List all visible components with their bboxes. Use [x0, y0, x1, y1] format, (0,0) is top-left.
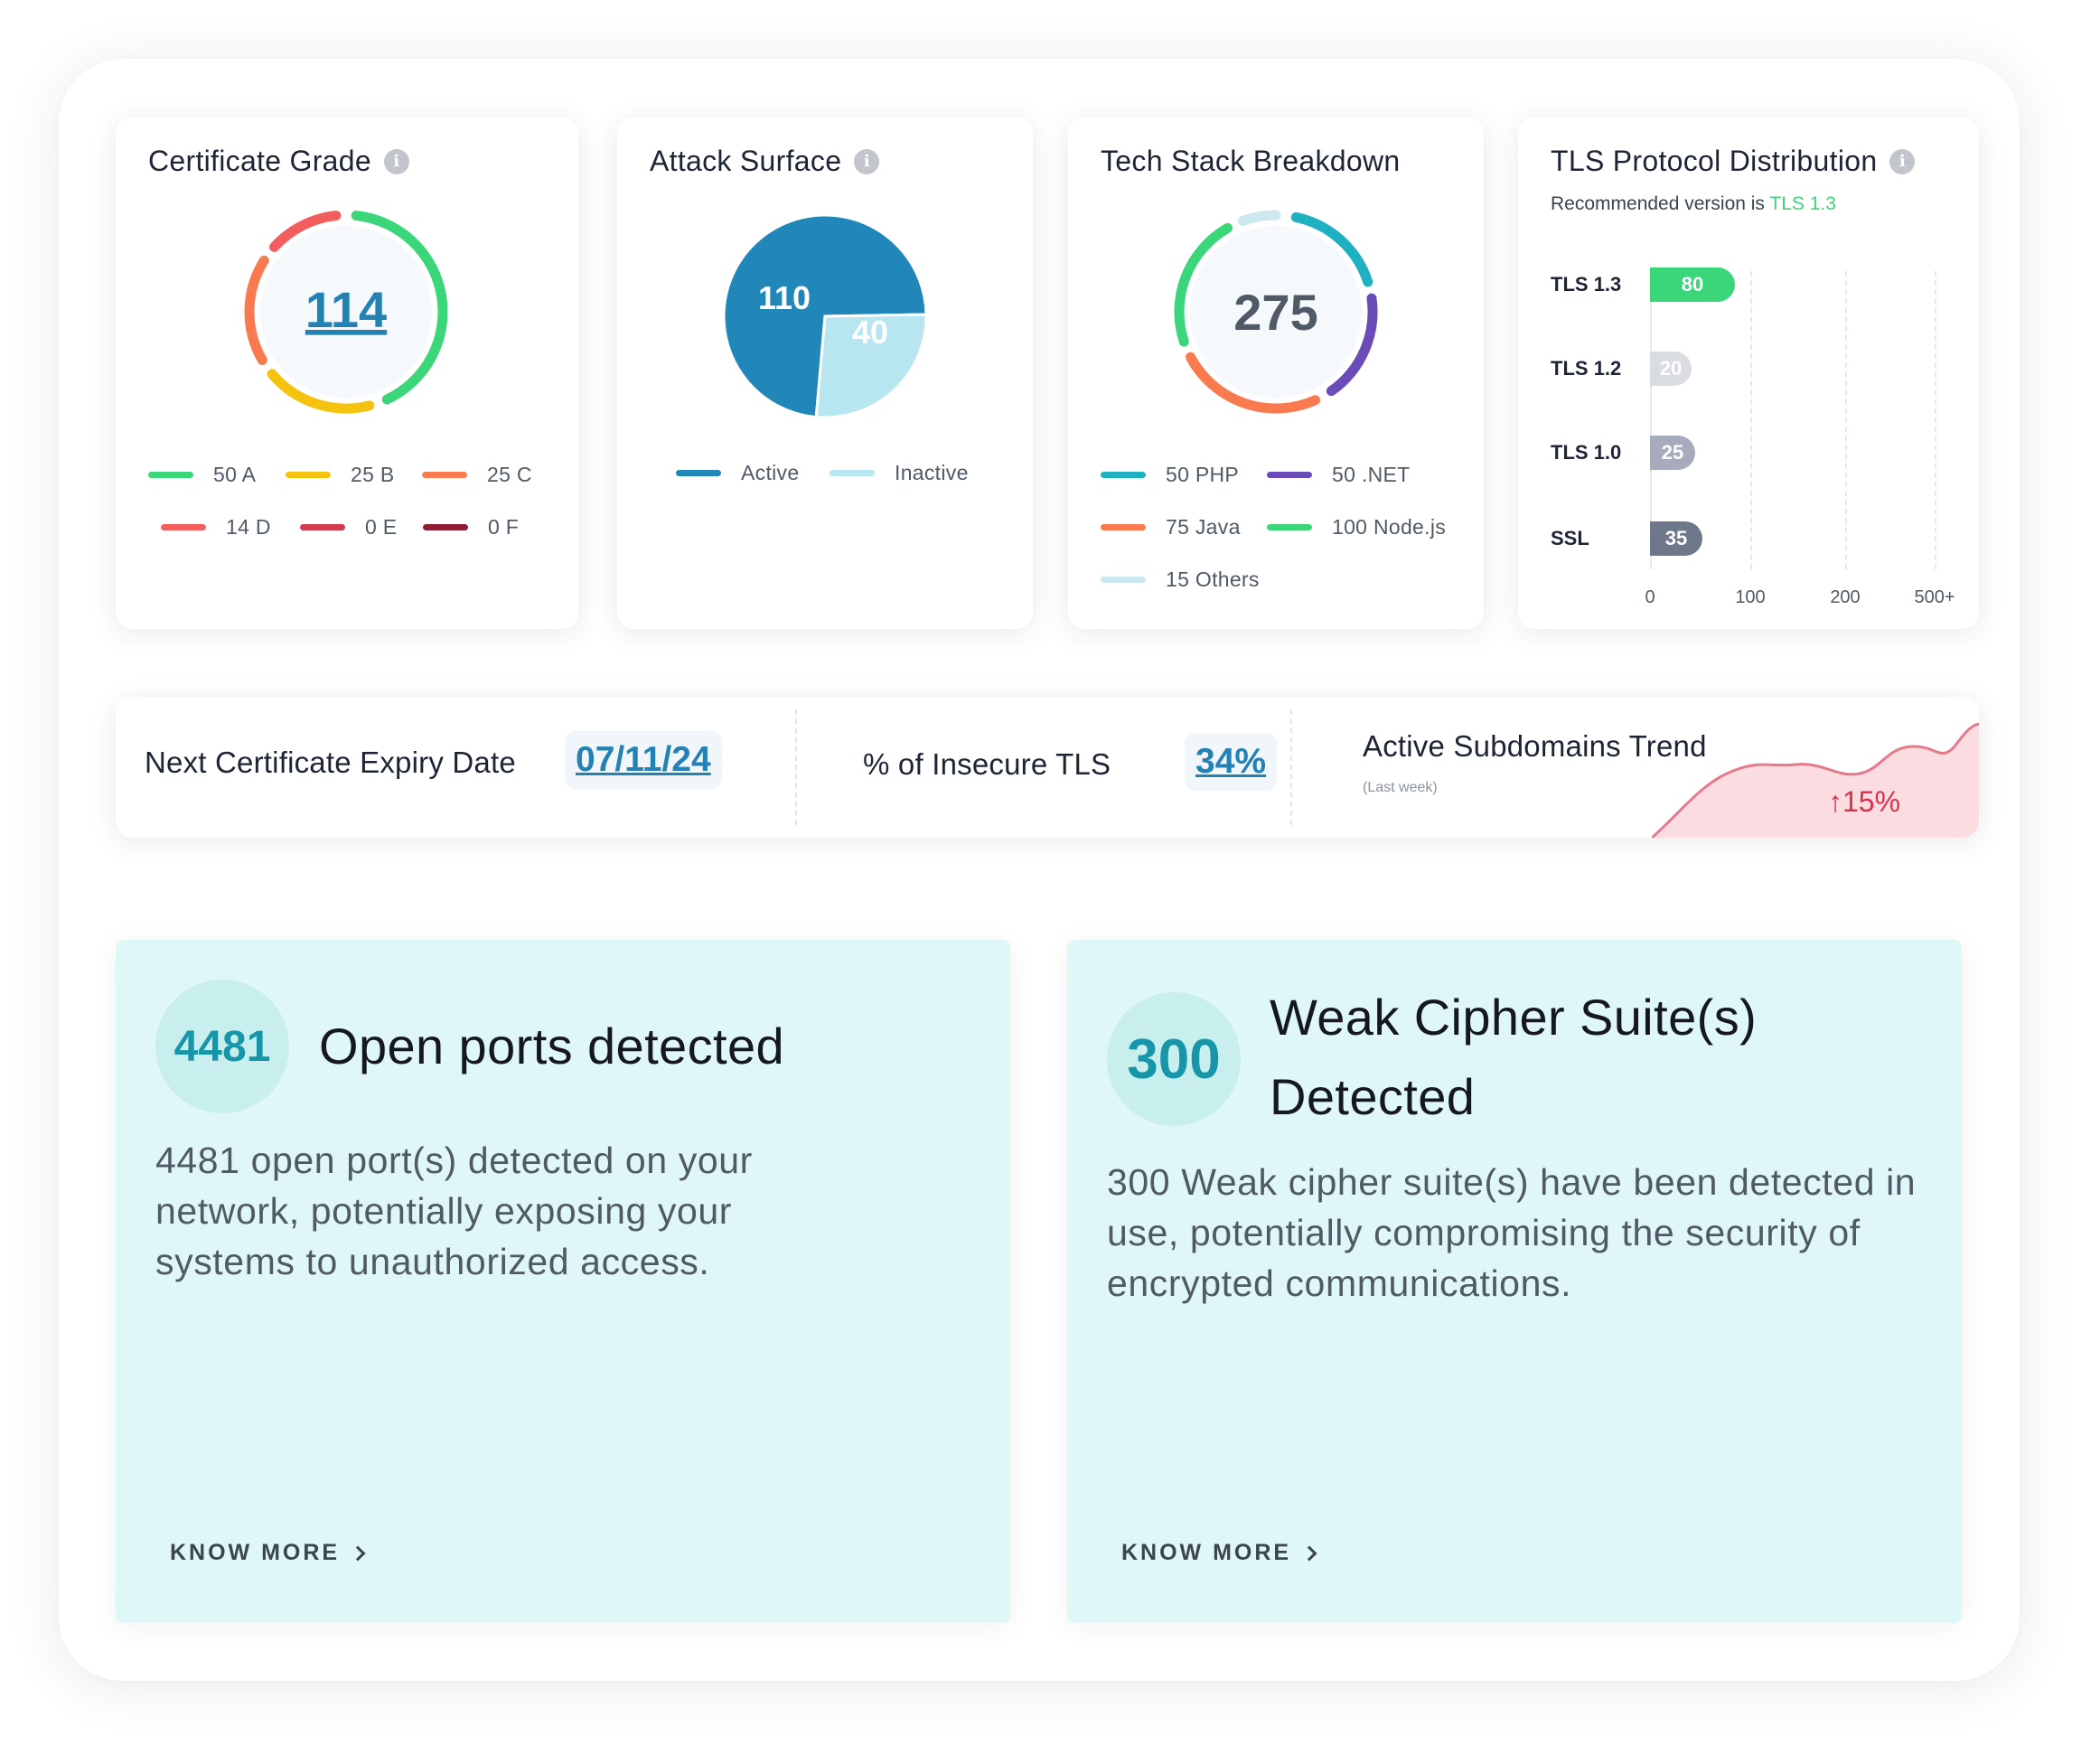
tech-legend-item: 50 PHP	[1101, 463, 1239, 487]
cert-legend-item: 0 F	[423, 515, 519, 540]
chevron-right-icon	[350, 1545, 366, 1561]
legend-swatch	[830, 470, 875, 476]
weak-cipher-count: 300	[1107, 992, 1241, 1126]
legend-label: 100 Node.js	[1332, 515, 1447, 539]
legend-swatch	[286, 472, 331, 478]
attack-surface-card: Attack Surface i 110 40 Active Inactive	[617, 117, 1033, 629]
insecure-tls-value[interactable]: 34%	[1185, 733, 1278, 791]
tls-bar[interactable]: 25	[1650, 436, 1695, 470]
tls-row-label: TLS 1.2	[1551, 357, 1622, 380]
tls-distribution-card: TLS Protocol Distribution i Recommended …	[1518, 117, 1979, 629]
tls-row-label: TLS 1.3	[1551, 273, 1622, 296]
certificate-grade-donut: 114	[244, 211, 448, 414]
legend-label: 75 Java	[1166, 515, 1241, 539]
pie-inactive-value: 40	[852, 314, 888, 351]
open-ports-title: Open ports detected	[319, 1018, 785, 1074]
tech-stack-title: Tech Stack Breakdown	[1101, 145, 1401, 177]
tech-legend-item: 15 Others	[1101, 568, 1260, 592]
pie-active-value: 110	[758, 279, 811, 316]
legend-swatch	[1267, 472, 1312, 478]
legend-label: 14 D	[226, 515, 271, 539]
tls-row-label: SSL	[1551, 527, 1589, 549]
tls-bar[interactable]: 35	[1650, 521, 1702, 556]
cert-legend-item: 25 B	[286, 463, 395, 487]
info-icon[interactable]: i	[383, 148, 409, 174]
legend-swatch	[1101, 472, 1146, 478]
tls-row-label: TLS 1.0	[1551, 441, 1622, 464]
certificate-grade-title: Certificate Grade i	[148, 145, 409, 178]
legend-label: Inactive	[895, 461, 969, 484]
cert-legend-item: 50 A	[148, 463, 256, 487]
tls-axis-tick: 200	[1830, 587, 1861, 607]
as-legend-item: Active	[676, 461, 799, 485]
tls-gridline	[1935, 271, 1936, 569]
tech-legend-item: 100 Node.js	[1267, 515, 1446, 540]
open-ports-description: 4481 open port(s) detected on your netwo…	[155, 1140, 753, 1282]
legend-label: 0 F	[488, 515, 520, 539]
cert-legend-item: 0 E	[300, 515, 397, 540]
legend-swatch	[300, 524, 345, 530]
cert-legend-item: 14 D	[161, 515, 271, 540]
legend-label: 25 C	[487, 463, 532, 486]
metrics-strip: Next Certificate Expiry Date 07/11/24 % …	[116, 697, 1979, 838]
legend-swatch	[423, 524, 468, 530]
legend-swatch	[1101, 577, 1146, 583]
info-icon[interactable]: i	[1889, 148, 1916, 174]
tls-recommendation: Recommended version is TLS 1.3	[1551, 193, 1836, 214]
legend-swatch	[1101, 524, 1146, 530]
open-ports-card: 4481 Open ports detected 4481 open port(…	[116, 940, 1010, 1623]
metrics-divider	[795, 709, 797, 825]
insecure-tls-label: % of Insecure TLS	[863, 747, 1111, 781]
cert-legend-item: 25 C	[422, 463, 532, 487]
certificate-grade-card: Certificate Grade i 114 50 A 25 B 25 C 14 D…	[116, 117, 578, 629]
attack-surface-pie: 110 40	[722, 213, 928, 419]
legend-swatch	[161, 524, 206, 530]
tls-recommended-version: TLS 1.3	[1769, 193, 1836, 214]
legend-label: 0 E	[365, 515, 398, 539]
tech-stack-donut: 275	[1174, 210, 1378, 414]
weak-cipher-description: 300 Weak cipher suite(s) have been detec…	[1107, 1161, 1917, 1304]
trend-change: ↑15%	[1828, 785, 1901, 818]
legend-swatch	[148, 472, 193, 478]
tls-bar[interactable]: 80	[1650, 267, 1735, 302]
legend-label: 50 PHP	[1166, 463, 1240, 486]
open-ports-count: 4481	[155, 980, 289, 1113]
tls-axis-tick: 100	[1735, 587, 1766, 607]
legend-label: 25 B	[351, 463, 395, 486]
tls-bar[interactable]: 20	[1650, 352, 1692, 386]
weak-cipher-know-more-link[interactable]: KNOW MORE	[1121, 1540, 1317, 1566]
legend-label: Active	[741, 461, 800, 484]
tech-stack-total: 275	[1233, 284, 1317, 341]
chevron-right-icon	[1301, 1545, 1317, 1561]
legend-swatch	[422, 472, 467, 478]
certificate-grade-total[interactable]: 114	[305, 281, 387, 338]
as-legend-item: Inactive	[830, 461, 969, 485]
info-icon[interactable]: i	[854, 148, 880, 174]
expiry-label: Next Certificate Expiry Date	[145, 746, 516, 779]
weak-cipher-card: 300 Weak Cipher Suite(s) Detected 300 We…	[1067, 940, 1962, 1623]
legend-label: 15 Others	[1166, 568, 1260, 591]
dashboard-frame: Certificate Grade i 114 50 A 25 B 25 C 14 D…	[59, 59, 2020, 1681]
trend-sparkline	[1652, 722, 1979, 838]
weak-cipher-title: Weak Cipher Suite(s) Detected	[1270, 989, 1758, 1125]
legend-swatch	[676, 470, 721, 476]
tech-legend-item: 50 .NET	[1267, 463, 1410, 487]
trend-period: (Last week)	[1363, 780, 1438, 795]
tech-legend-item: 75 Java	[1101, 515, 1241, 540]
tech-stack-card: Tech Stack Breakdown 275 50 PHP 50 .NET 75…	[1068, 117, 1484, 629]
arrow-up-icon: ↑	[1828, 785, 1842, 818]
tls-gridline	[1845, 271, 1847, 569]
attack-surface-title: Attack Surface i	[650, 145, 880, 178]
tls-axis-tick: 0	[1645, 587, 1655, 607]
legend-label: 50 .NET	[1332, 463, 1411, 486]
tech-stack-arc	[1237, 210, 1281, 226]
tls-gridline	[1750, 271, 1752, 569]
open-ports-know-more-link[interactable]: KNOW MORE	[170, 1540, 366, 1566]
metrics-divider	[1290, 709, 1292, 825]
legend-swatch	[1267, 524, 1312, 530]
legend-label: 50 A	[213, 463, 257, 486]
tls-distribution-title: TLS Protocol Distribution i	[1551, 145, 1916, 178]
expiry-value[interactable]: 07/11/24	[565, 731, 722, 789]
tls-axis-tick: 500+	[1914, 587, 1955, 607]
